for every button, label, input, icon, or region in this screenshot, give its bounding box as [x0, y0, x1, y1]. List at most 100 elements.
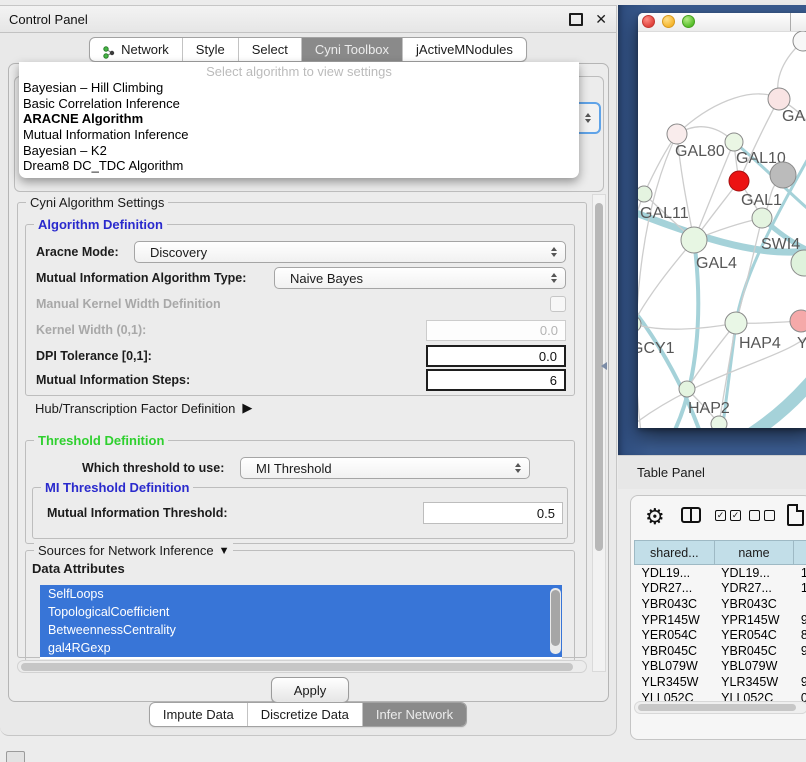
cyni-toolbox-panel: Select algorithm to view settings Bayesi… [8, 63, 609, 702]
manual-kernel-width-checkbox[interactable] [550, 296, 566, 312]
table-cell: YBR045C [714, 643, 794, 659]
table-cell: YDR27... [635, 581, 715, 597]
table-row[interactable]: YDL19...YDL19...13 [635, 565, 806, 581]
expand-arrow-icon: ▼ [219, 545, 230, 557]
float-window-icon[interactable] [569, 13, 583, 26]
mi-steps-input[interactable]: 6 [426, 369, 566, 391]
dropdown-item[interactable]: Dream8 DC_TDC Algorithm [19, 158, 579, 174]
aracne-mode-combobox[interactable]: Discovery [134, 241, 566, 263]
data-attributes-list: SelfLoopsTopologicalCoefficientBetweenne… [40, 585, 562, 659]
algorithm-definition-title: Algorithm Definition [34, 217, 167, 232]
mi-threshold-input[interactable]: 0.5 [423, 502, 563, 524]
apply-button[interactable]: Apply [271, 677, 349, 703]
network-node[interactable] [711, 416, 727, 428]
network-window[interactable]: GALGAL80GAL10GAL1GAL11SWI4GAL4GCY1HAP4YH… [638, 13, 806, 428]
tab-infer-network[interactable]: Infer Network [362, 703, 466, 726]
table-cell: YBL079W [635, 659, 715, 675]
network-window-titlebar[interactable] [638, 13, 806, 32]
network-node[interactable] [679, 381, 695, 397]
select-all-icon[interactable]: ✓ ✓ [715, 510, 741, 521]
table-horizontal-scrollbar[interactable] [634, 701, 806, 714]
combo-stepper-icon [515, 463, 521, 473]
network-node-label: HAP2 [688, 400, 730, 417]
dpi-tolerance-input[interactable]: 0.0 [426, 345, 566, 367]
network-node[interactable] [667, 124, 687, 144]
tab-network[interactable]: Network [90, 38, 182, 61]
dropdown-item[interactable]: Mutual Information Inference [19, 127, 579, 143]
tab-cyni-toolbox[interactable]: Cyni Toolbox [301, 38, 402, 61]
close-icon[interactable]: ✕ [595, 12, 607, 26]
collapse-arrow-icon: ▶ [242, 400, 252, 416]
minimized-panel-icon[interactable] [6, 751, 25, 762]
table-cell: YBL079W [714, 659, 794, 675]
table-row[interactable]: YPR145WYPR145W9. [635, 612, 806, 628]
dropdown-item[interactable]: Basic Correlation Inference [19, 96, 579, 112]
sources-group-title[interactable]: Sources for Network Inference ▼ [34, 543, 233, 558]
hub-definition-expander[interactable]: Hub/Transcription Factor Definition ▶ [35, 400, 252, 416]
settings-scroll-area: Cyni Algorithm Settings Algorithm Defini… [15, 194, 609, 674]
network-node-label: GAL1 [741, 192, 782, 209]
dropdown-item[interactable]: ARACNE Algorithm [19, 111, 579, 127]
kernel-width-label: Kernel Width (0,1): [36, 323, 146, 337]
table-row[interactable]: YDR27...YDR27...12 [635, 581, 806, 597]
panel-divider-collapse-icon[interactable] [601, 362, 607, 370]
tab-select[interactable]: Select [238, 38, 301, 61]
apply-button-label: Apply [294, 683, 327, 698]
dropdown-item[interactable]: Bayesian – Hill Climbing [19, 80, 579, 96]
attribute-item[interactable]: BetweennessCentrality [40, 621, 562, 639]
network-node[interactable] [752, 208, 772, 228]
minimize-traffic-light-icon[interactable] [662, 15, 675, 28]
network-node[interactable] [768, 88, 790, 110]
attribute-item[interactable]: gal4RGexp [40, 639, 562, 657]
settings-horizontal-scrollbar[interactable] [17, 660, 587, 673]
deselect-all-icon[interactable] [749, 510, 775, 521]
table-row[interactable]: YER054CYER054C8. [635, 627, 806, 643]
network-node[interactable] [725, 312, 747, 334]
sources-group: Sources for Network Inference ▼ Data Att… [25, 550, 575, 662]
table-cell: YBR043C [635, 596, 715, 612]
which-threshold-combobox[interactable]: MI Threshold [240, 457, 530, 479]
table-row[interactable]: YLR345WYLR345W9. [635, 674, 806, 690]
tab-style[interactable]: Style [182, 38, 238, 61]
network-node[interactable] [638, 186, 652, 202]
sources-title-label: Sources for Network Inference [38, 543, 214, 558]
table-panel-title: Table Panel [637, 465, 705, 480]
network-node[interactable] [729, 171, 749, 191]
network-node[interactable] [790, 310, 806, 332]
which-threshold-label: Which threshold to use: [82, 461, 224, 475]
attributes-scrollbar[interactable] [550, 588, 561, 654]
zoom-traffic-light-icon[interactable] [682, 15, 695, 28]
column-header-extra[interactable] [794, 541, 806, 565]
network-node[interactable] [770, 162, 796, 188]
table-cell: YLR345W [635, 674, 715, 690]
mi-algorithm-type-combobox[interactable]: Naive Bayes [274, 267, 566, 289]
aracne-mode-label: Aracne Mode: [36, 245, 119, 259]
kernel-width-input[interactable]: 0.0 [426, 320, 566, 341]
combo-stepper-icon [585, 113, 591, 123]
close-traffic-light-icon[interactable] [642, 15, 655, 28]
table-cell: YBR045C [635, 643, 715, 659]
network-node[interactable] [681, 227, 707, 253]
gear-icon[interactable]: ⚙ [645, 502, 665, 532]
table-row[interactable]: YBL079WYBL079W [635, 659, 806, 675]
table-cell: YDL19... [714, 565, 794, 581]
attribute-item[interactable]: SelfLoops [40, 585, 562, 603]
tab-impute-data[interactable]: Impute Data [150, 703, 247, 726]
column-header-shared-name[interactable]: shared... [635, 541, 715, 565]
table-cell: 9. [794, 643, 806, 659]
dropdown-item[interactable]: Bayesian – K2 [19, 143, 579, 159]
column-header-name[interactable]: name [714, 541, 794, 565]
tab-jactivemnodules[interactable]: jActiveMNodules [402, 38, 526, 61]
network-node[interactable] [725, 133, 743, 151]
table-row[interactable]: YBR045CYBR045C9. [635, 643, 806, 659]
table-panel-card: ⚙ ✓ ✓ shared... name [630, 495, 806, 740]
table-cell: 9. [794, 612, 806, 628]
tab-discretize-data[interactable]: Discretize Data [247, 703, 362, 726]
table-row[interactable]: YBR043CYBR043C [635, 596, 806, 612]
export-table-icon[interactable] [787, 504, 804, 526]
network-canvas[interactable]: GALGAL80GAL10GAL1GAL11SWI4GAL4GCY1HAP4YH… [638, 31, 806, 428]
columns-icon[interactable] [681, 507, 701, 523]
settings-vertical-scrollbar[interactable] [592, 194, 606, 672]
tab-label: Discretize Data [261, 703, 349, 726]
attribute-item[interactable]: TopologicalCoefficient [40, 603, 562, 621]
